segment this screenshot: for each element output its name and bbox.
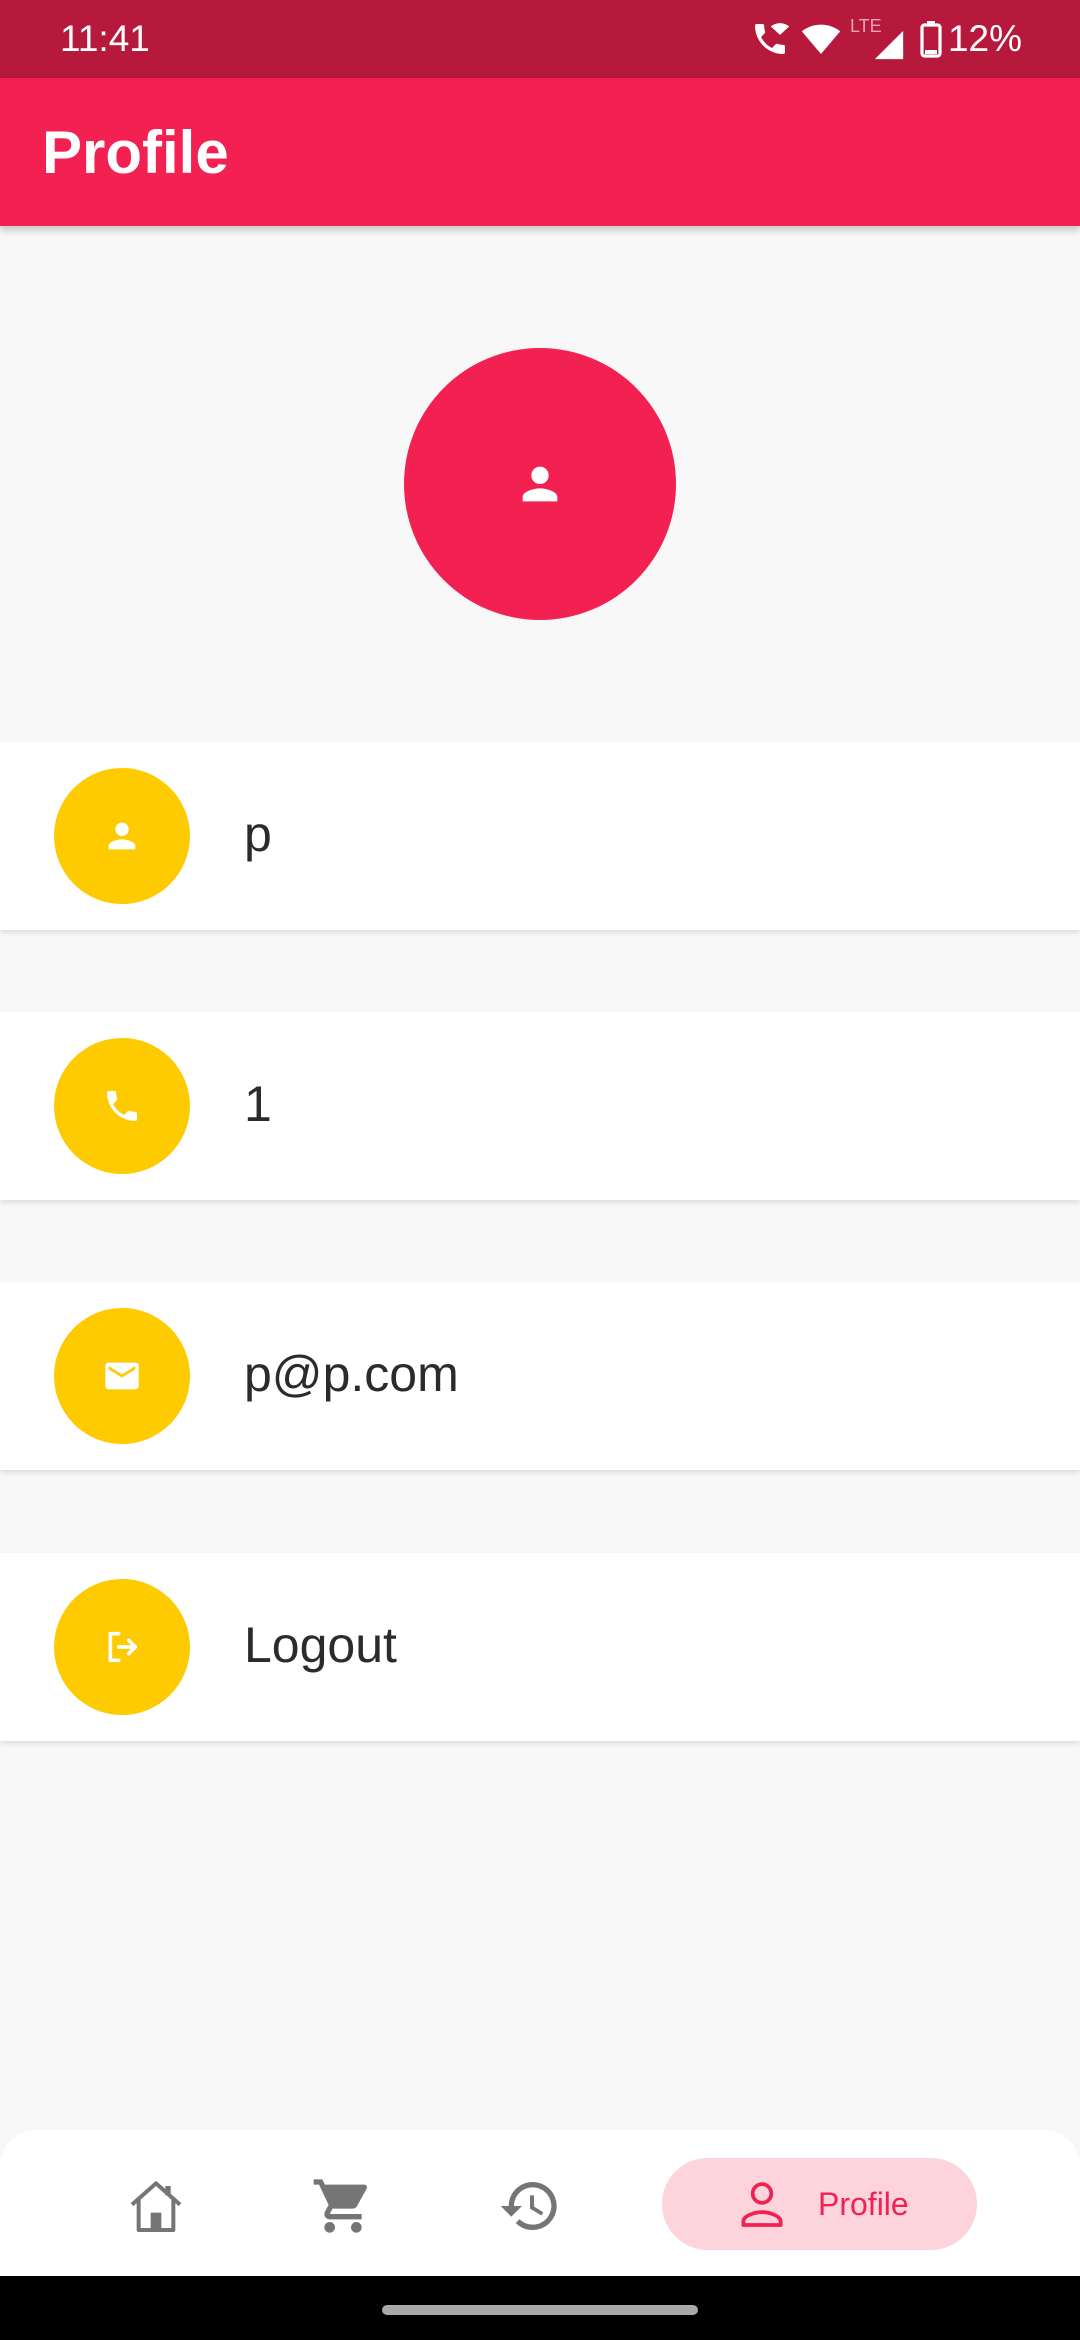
nav-profile[interactable]: Profile [662,2158,977,2250]
battery-percent: 12% [947,18,1022,59]
person-icon [108,822,136,850]
lte-signal-icon: LTE [848,16,906,62]
battery-icon [920,20,942,58]
app-bar: Profile [0,78,1080,226]
status-bar: 11:41 LTE 12% [0,0,1080,78]
mail-icon [105,1362,139,1390]
profile-name-row: p [0,742,1080,930]
nav-profile-label: Profile [818,2186,909,2222]
person-outline-icon [741,2182,783,2227]
home-gesture-handle[interactable] [382,2305,698,2315]
logout-icon [108,1631,138,1663]
wifi-icon [800,19,842,59]
status-time: 11:41 [60,18,150,59]
phone-icon-circle [54,1038,190,1174]
logout-label: Logout [244,1617,397,1673]
nav-cart[interactable] [299,2162,387,2250]
system-navigation-bar [0,2276,1080,2340]
logout-icon-circle [54,1579,190,1715]
profile-email: p@p.com [244,1346,459,1402]
history-icon [500,2182,557,2230]
logout-button[interactable]: Logout [0,1553,1080,1741]
profile-email-row: p@p.com [0,1282,1080,1470]
profile-name: p [244,806,272,862]
profile-avatar [404,348,676,620]
status-icons: LTE 12% [750,14,1022,64]
name-icon-circle [54,768,190,904]
profile-phone: 1 [244,1076,272,1132]
wifi-call-icon [750,19,790,59]
profile-phone-row: 1 [0,1012,1080,1200]
mail-icon-circle [54,1308,190,1444]
person-icon [522,466,558,502]
cart-icon [313,2179,368,2233]
nav-home[interactable] [112,2162,200,2250]
bottom-navigation: Profile [0,2130,1080,2276]
page-title: Profile [42,119,229,186]
home-icon [130,2181,182,2232]
nav-history[interactable] [486,2162,574,2250]
phone-icon [107,1091,137,1121]
